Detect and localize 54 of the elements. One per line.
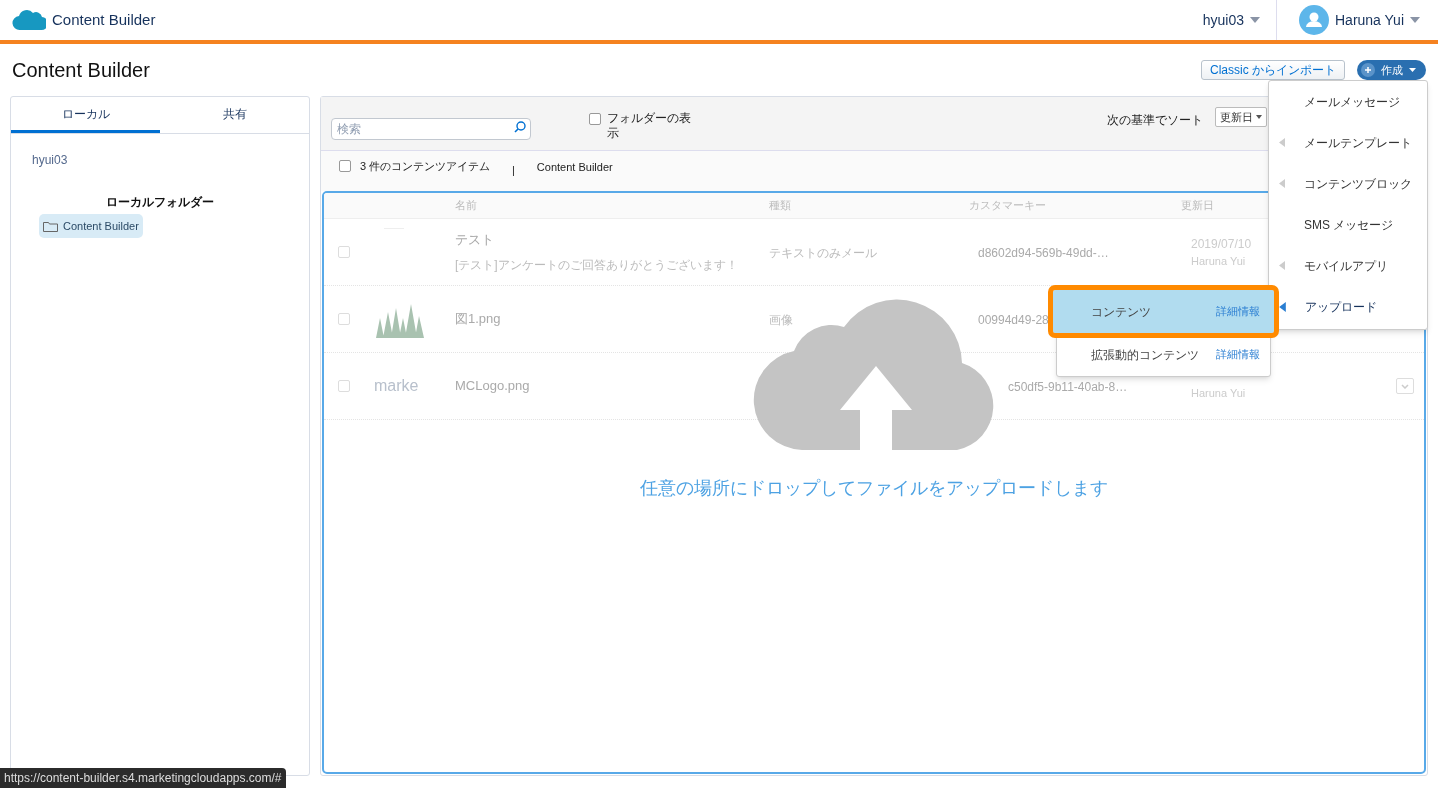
checkbox-label: フォルダーの表示: [607, 111, 692, 141]
submenu-item[interactable]: 拡張動的コンテンツ 詳細情報: [1057, 333, 1270, 376]
caret-icon: [1250, 17, 1260, 23]
page-title: Content Builder: [12, 58, 150, 83]
drop-message: 任意の場所にドロップしてファイルをアップロードします: [640, 477, 1108, 500]
sort-label: 次の基準でソート: [1107, 112, 1203, 129]
checkbox[interactable]: [589, 113, 601, 125]
avatar-icon: [1299, 5, 1329, 35]
menu-item[interactable]: メールテンプレート: [1269, 122, 1427, 163]
logo-thumbnail: marke: [374, 376, 419, 396]
caret-icon: [1410, 17, 1420, 23]
import-button[interactable]: Classic からインポート: [1201, 60, 1345, 80]
details-link[interactable]: 詳細情報: [1216, 346, 1260, 363]
breadcrumb: Content Builder: [536, 160, 613, 175]
folder-item[interactable]: Content Builder: [39, 214, 143, 238]
plus-icon: [1361, 63, 1375, 77]
menu-item[interactable]: メールメッセージ: [1269, 81, 1427, 122]
customer-key: d8602d94-569b-49dd-…: [978, 246, 1109, 260]
caret-icon: [1409, 68, 1416, 72]
create-button[interactable]: 作成: [1357, 60, 1426, 80]
item-subject: [テスト]アンケートのご回答ありがとうございます！: [455, 256, 739, 274]
search-field[interactable]: 検索: [331, 118, 531, 140]
owner-label: hyui03: [32, 152, 68, 169]
customer-key: c50df5-9b11-40ab-8…: [1008, 380, 1128, 394]
menu-item[interactable]: SMS メッセージ: [1269, 204, 1427, 245]
org-dropdown[interactable]: hyui03: [1202, 9, 1266, 31]
chevron-down-icon: [1401, 383, 1409, 389]
item-name: MCLogo.png: [455, 377, 531, 396]
row-checkbox[interactable]: [338, 380, 350, 392]
panel-tab[interactable]: ローカル: [11, 97, 160, 133]
item-type: 画像: [769, 313, 793, 327]
item-type: テキストのみメール: [769, 246, 877, 260]
folder-icon: [43, 220, 58, 232]
status-bar: https://content-builder.s4.marketingcloudapps.com/#: [0, 768, 286, 788]
item-name: テスト: [455, 231, 495, 250]
customer-key: 00994d49-28: [978, 313, 1049, 327]
row-checkbox[interactable]: [338, 313, 350, 325]
sort-dropdown[interactable]: 更新日: [1215, 107, 1267, 127]
row-menu-button[interactable]: [1396, 378, 1414, 394]
menu-item[interactable]: コンテンツブロック: [1269, 163, 1427, 204]
user-menu[interactable]: Haruna Yui: [1299, 5, 1420, 35]
panel-tab[interactable]: 共有: [160, 97, 309, 133]
column-header: 種類: [769, 198, 792, 214]
cloud-logo-icon: [12, 8, 46, 32]
item-count: 3 件のコンテンツアイテム: [360, 159, 492, 174]
item-name: 図1.png: [455, 310, 502, 329]
section-title: ローカルフォルダー: [106, 194, 214, 211]
separator: |: [512, 163, 515, 178]
app-title: Content Builder: [52, 9, 156, 30]
row-checkbox[interactable]: [338, 246, 350, 258]
select-all-checkbox[interactable]: [339, 160, 351, 172]
menu-item[interactable]: モバイルアプリ: [1269, 245, 1427, 286]
search-icon: [514, 121, 526, 133]
caret-icon: [1256, 115, 1262, 119]
